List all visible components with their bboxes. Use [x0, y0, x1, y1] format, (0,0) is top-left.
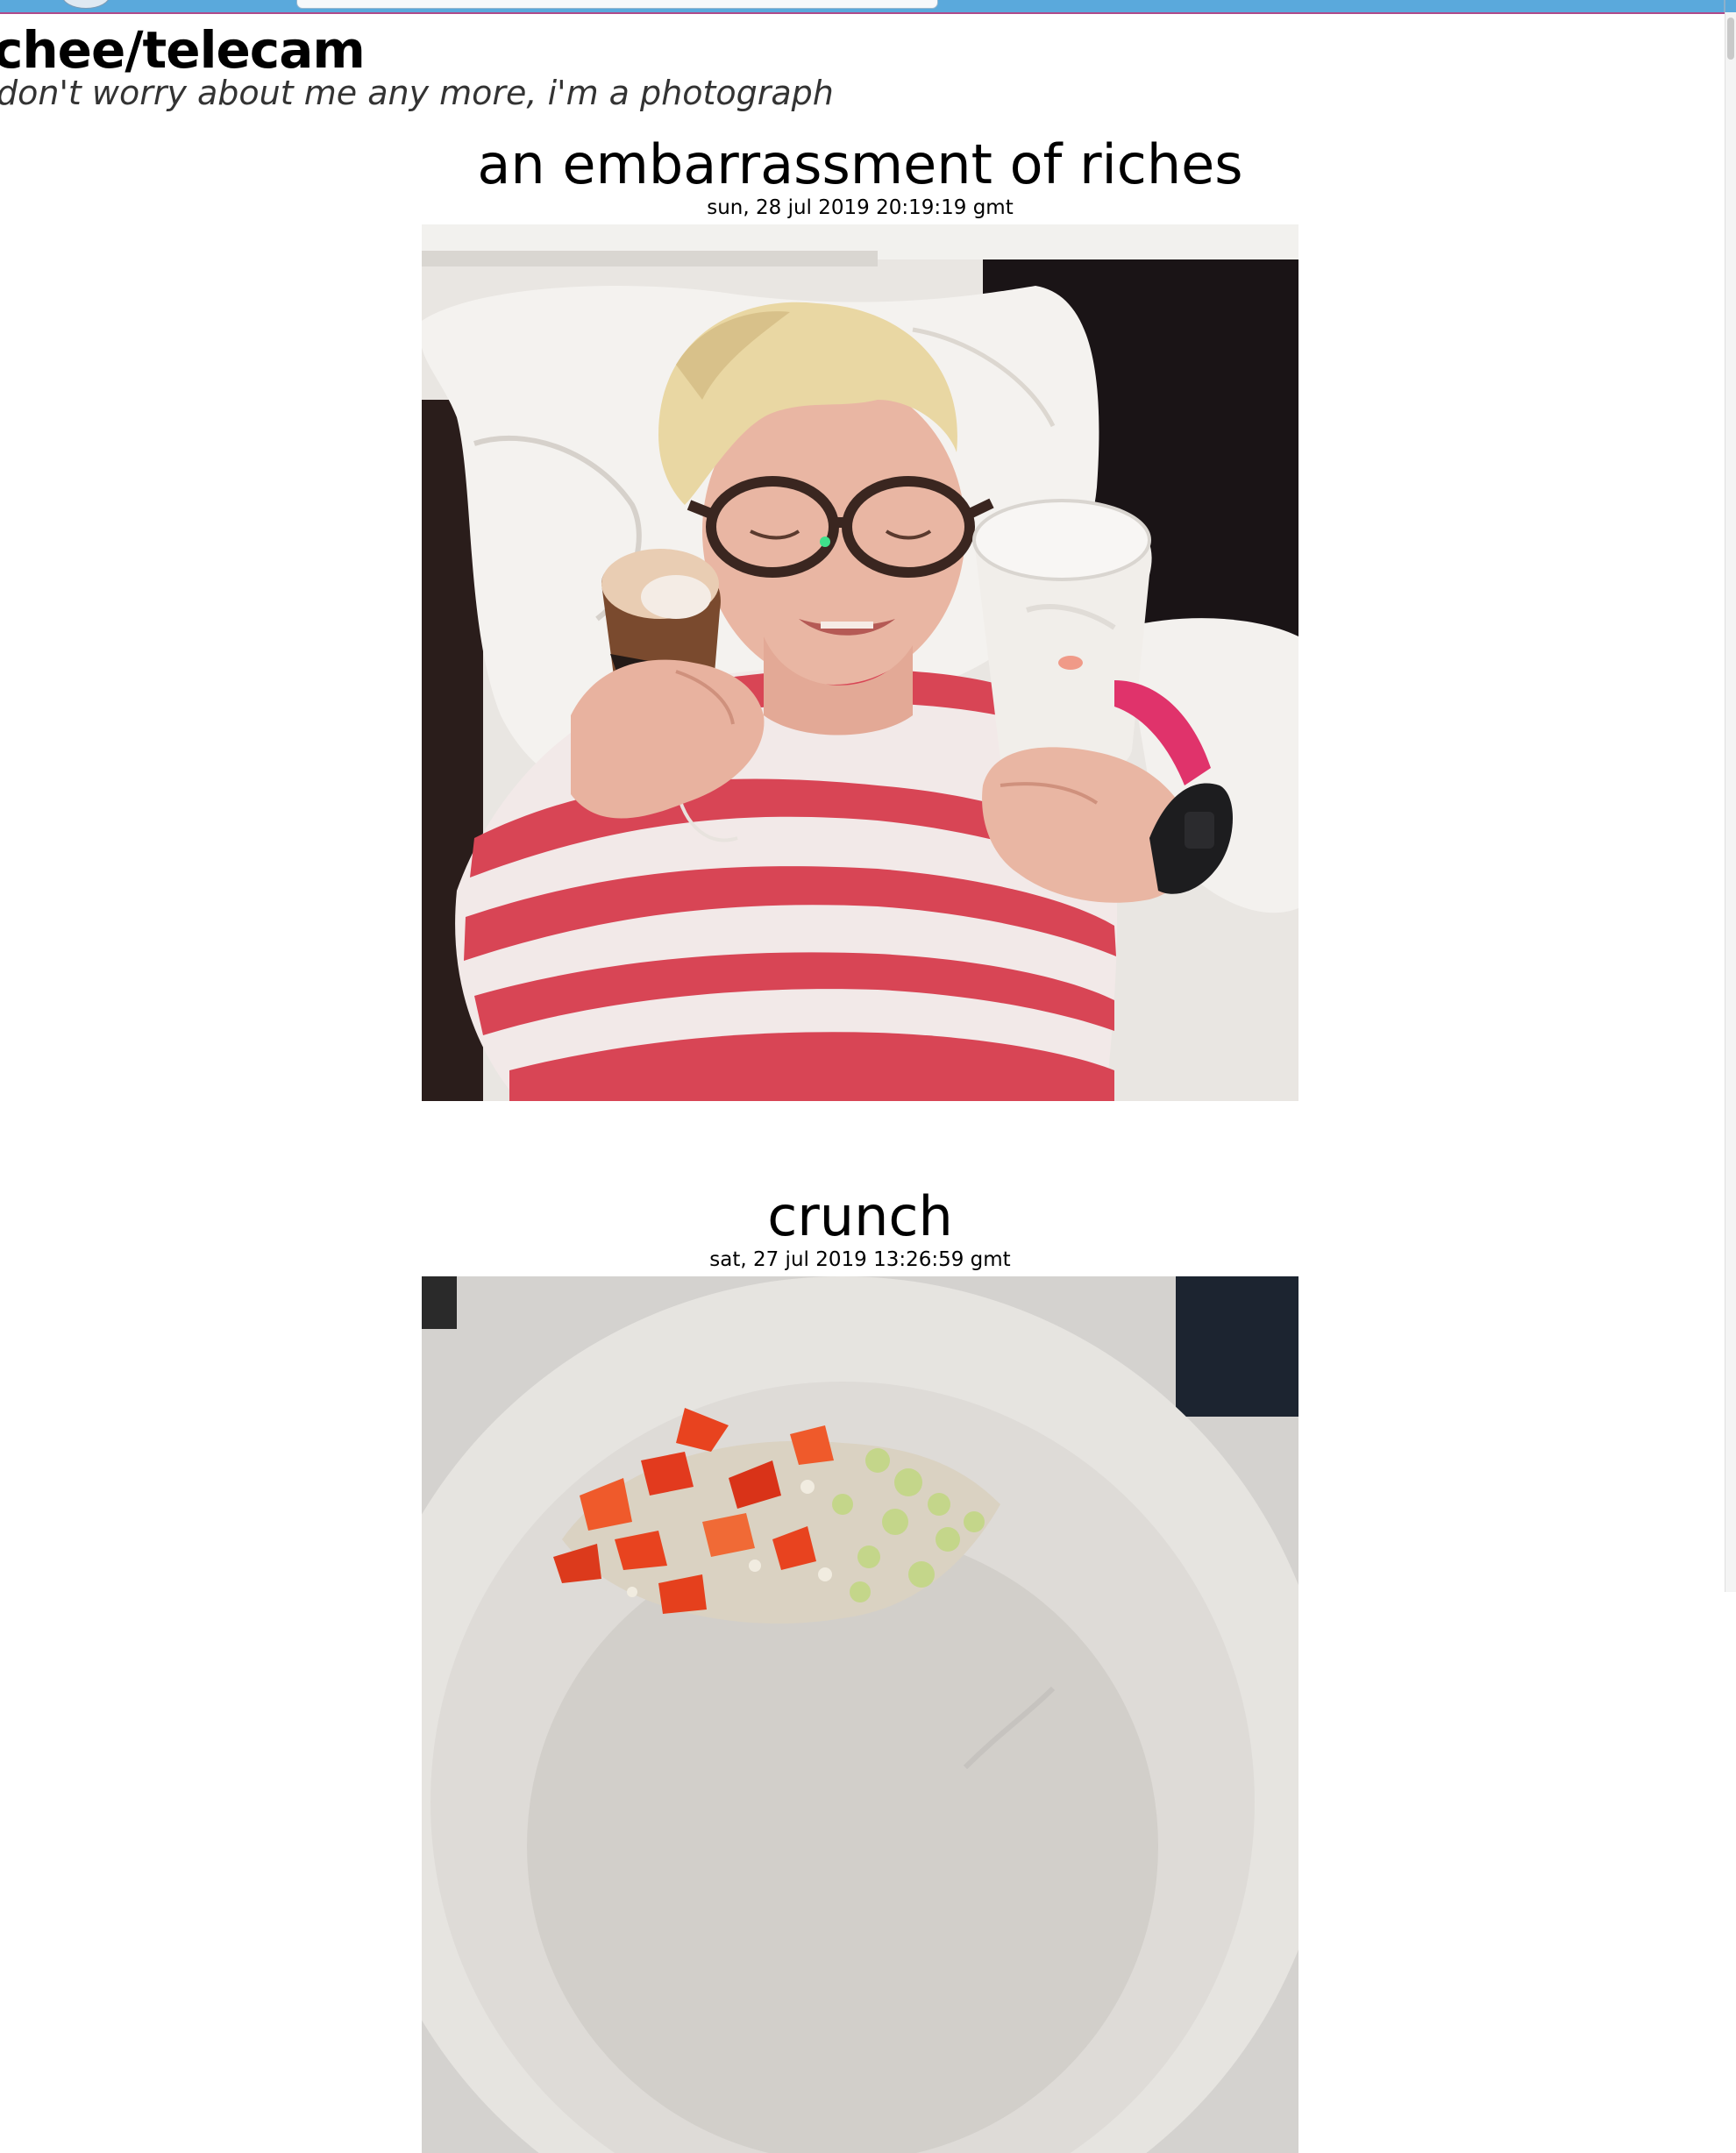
post: an embarrassment of riches sun, 28 jul 2…: [0, 131, 1720, 1101]
scrollbar-edge: [1724, 0, 1725, 12]
post-photo[interactable]: [422, 1276, 1298, 2153]
post-date: sat, 27 jul 2019 13:26:59 gmt: [709, 1248, 1011, 1271]
scrollbar-thumb[interactable]: [1727, 18, 1734, 60]
site-title[interactable]: chee/telecam: [0, 19, 366, 81]
post-date: sun, 28 jul 2019 20:19:19 gmt: [707, 196, 1014, 219]
address-bar[interactable]: [296, 0, 938, 9]
toolbar-button[interactable]: [61, 0, 110, 9]
photo-image: [422, 1276, 1298, 2153]
post-photo[interactable]: [422, 224, 1298, 1101]
site-tagline: don't worry about me any more, i'm a pho…: [0, 74, 834, 112]
vertical-scrollbar[interactable]: [1724, 0, 1736, 1592]
post-title[interactable]: crunch: [0, 1183, 1720, 1250]
post-title[interactable]: an embarrassment of riches: [0, 131, 1720, 198]
post: crunch sat, 27 jul 2019 13:26:59 gmt: [0, 1183, 1720, 2153]
browser-toolbar: [0, 0, 1736, 14]
photo-image: [422, 224, 1298, 1101]
